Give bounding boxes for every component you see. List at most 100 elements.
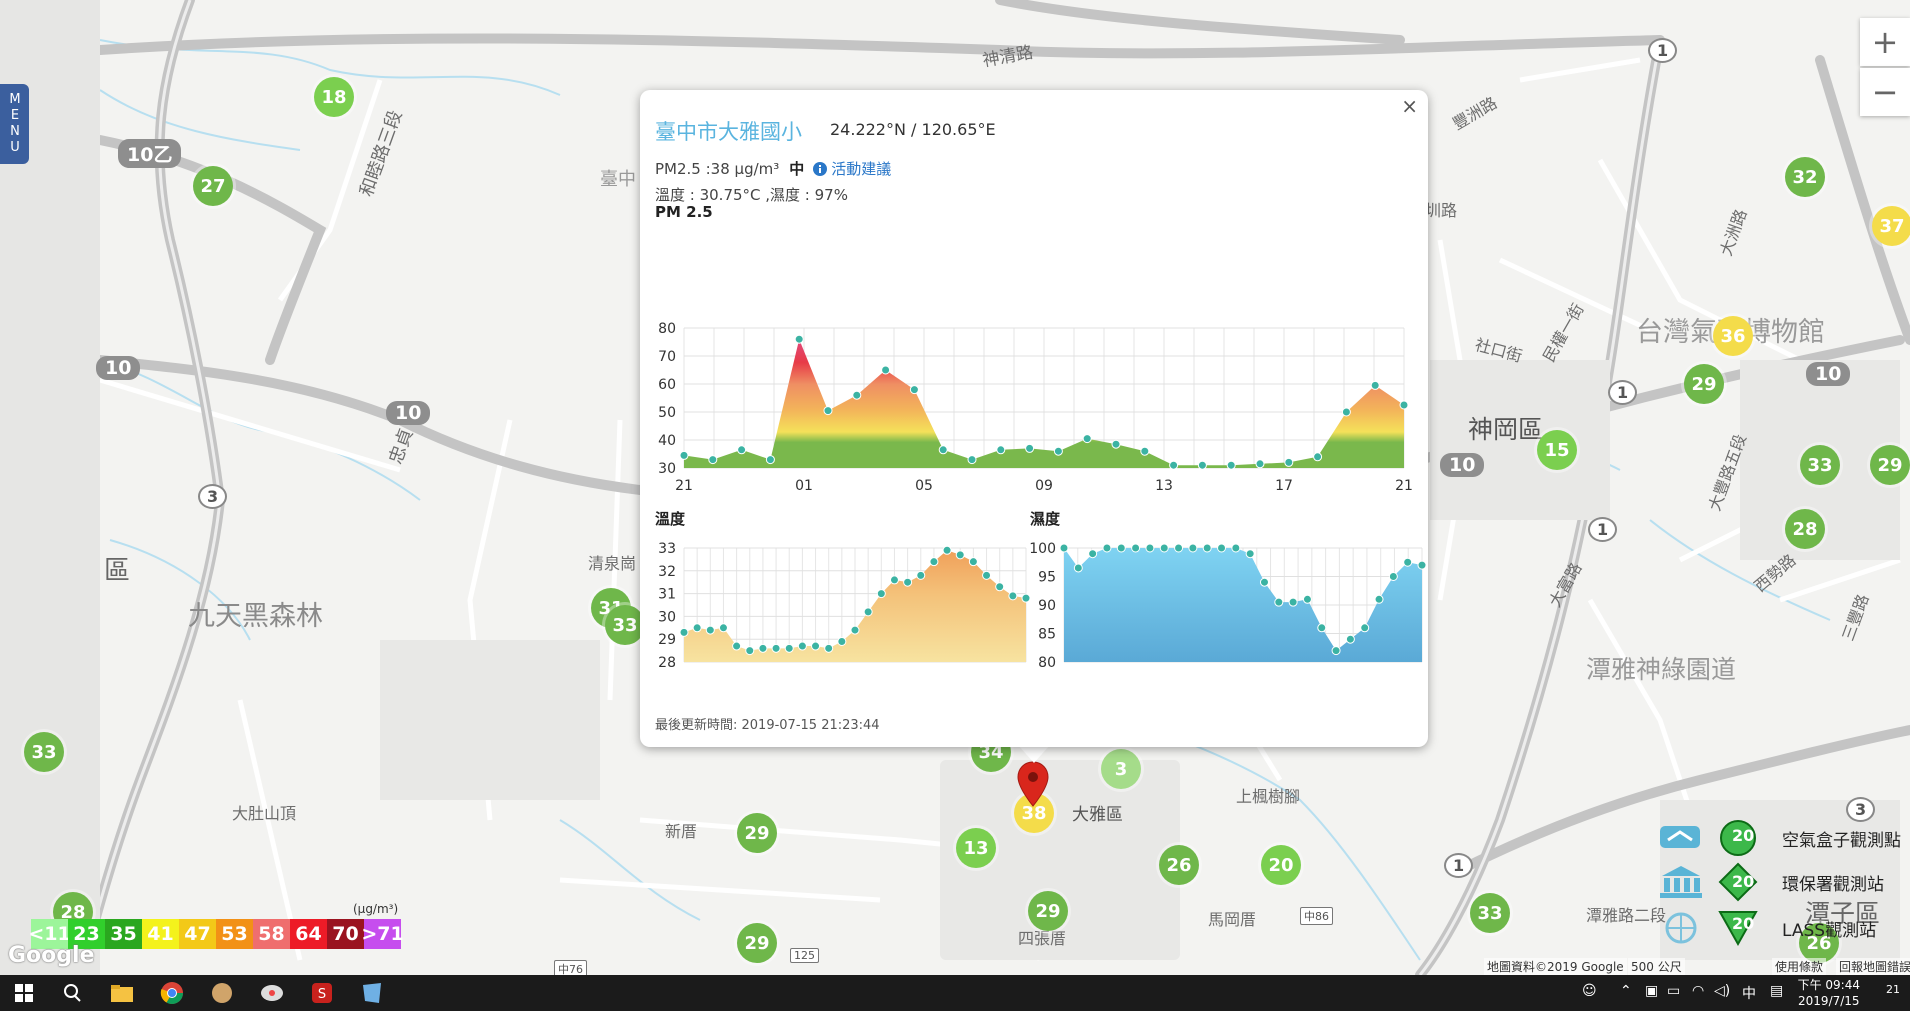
station-marker[interactable]: 32: [1785, 157, 1825, 197]
y-tick-label: 90: [1038, 598, 1056, 614]
tray-icon[interactable]: ▣: [1645, 983, 1658, 999]
data-point: [1102, 543, 1112, 553]
data-point: [995, 582, 1005, 592]
x-tick-label: 13: [1155, 478, 1173, 494]
data-point: [811, 641, 821, 651]
data-point: [1111, 439, 1121, 449]
search-icon[interactable]: [58, 979, 86, 1007]
station-marker[interactable]: 36: [1713, 316, 1753, 356]
y-tick-label: 29: [658, 632, 676, 648]
data-point: [1145, 543, 1155, 553]
data-point: [1345, 634, 1355, 644]
station-marker[interactable]: 33: [24, 732, 64, 772]
terms-link[interactable]: 使用條款: [1772, 958, 1827, 975]
app-icon[interactable]: [358, 979, 386, 1007]
map-label: 新厝: [665, 822, 698, 841]
zoom-out-button[interactable]: −: [1860, 68, 1910, 116]
station-marker[interactable]: 20: [1261, 845, 1301, 885]
people-icon[interactable]: ☺: [1582, 983, 1597, 999]
data-point: [1388, 572, 1398, 581]
activity-advice-link[interactable]: 活動建議: [831, 158, 891, 179]
app-icon[interactable]: [208, 979, 236, 1007]
notification-icon[interactable]: 21: [1886, 983, 1900, 996]
volume-icon[interactable]: ◁): [1714, 983, 1730, 999]
data-point: [996, 445, 1006, 455]
data-point: [1008, 591, 1018, 601]
data-point: [881, 365, 891, 375]
station-marker[interactable]: 18: [314, 77, 354, 117]
data-point: [982, 570, 992, 580]
station-marker[interactable]: 29: [1684, 364, 1724, 404]
app-icon[interactable]: S: [308, 979, 336, 1007]
pm-value: PM2.5 :38 μg/m³: [655, 159, 780, 178]
station-marker[interactable]: 33: [605, 605, 645, 645]
report-error-link[interactable]: 回報地圖錯誤: [1836, 958, 1910, 975]
data-point: [765, 455, 775, 465]
map-label: 圳路: [1425, 201, 1458, 220]
station-marker[interactable]: 15: [1537, 430, 1577, 470]
data-point: [850, 625, 860, 635]
location-pin-icon[interactable]: [1016, 760, 1050, 808]
info-icon[interactable]: [812, 161, 828, 177]
data-point: [797, 641, 807, 651]
map-label: 神岡區: [1468, 415, 1544, 444]
data-point: [737, 445, 747, 455]
map-label: 潭雅路二段: [1586, 906, 1667, 925]
data-point: [876, 589, 886, 599]
clock[interactable]: 下午 09:44 2019/7/15: [1798, 977, 1860, 1009]
map-scale: 500 公尺: [1628, 958, 1685, 975]
pm-level: 中: [789, 160, 805, 178]
station-marker[interactable]: 33: [1800, 445, 1840, 485]
data-point: [852, 390, 862, 400]
data-point: [1370, 380, 1380, 390]
windows-start-icon[interactable]: [10, 979, 38, 1007]
app-icon[interactable]: [258, 979, 286, 1007]
data-point: [1059, 543, 1069, 553]
taskbar: S ☺ ⌃ ▣ ▭ ◠ ◁) 中 ▤ 下午 09:44 2019/7/15 21: [0, 975, 1910, 1011]
station-marker[interactable]: 37: [1872, 206, 1910, 246]
legend-badge-value: 20: [1732, 826, 1755, 845]
station-marker[interactable]: 33: [1470, 893, 1510, 933]
file-explorer-icon[interactable]: [108, 979, 136, 1007]
tray-icon[interactable]: ▤: [1770, 983, 1783, 999]
zoom-in-button[interactable]: +: [1860, 18, 1910, 66]
legend-lass: LASS觀測站: [1658, 908, 1876, 948]
menu-button[interactable]: MENU: [0, 84, 29, 164]
station-marker[interactable]: 13: [956, 828, 996, 868]
legend-scale-cell: 64: [290, 919, 327, 949]
notification-count: 21: [1886, 983, 1900, 996]
data-point: [692, 623, 702, 633]
station-marker[interactable]: 3: [1101, 749, 1141, 789]
data-point: [967, 455, 977, 465]
data-point: [1360, 623, 1370, 633]
station-marker[interactable]: 29: [1870, 445, 1910, 485]
highway-shield: 中86: [1300, 907, 1333, 925]
wifi-icon[interactable]: ◠: [1692, 983, 1704, 999]
y-tick-label: 50: [658, 405, 676, 421]
station-marker[interactable]: 29: [737, 923, 777, 963]
data-point: [1374, 594, 1384, 604]
data-point: [1188, 543, 1198, 553]
highway-shield: 3: [198, 484, 228, 509]
map-label: 大肚山頂: [232, 804, 297, 823]
pm-reading: PM2.5 :38 μg/m³ 中 活動建議: [655, 158, 891, 179]
tray-icon[interactable]: ▭: [1667, 983, 1680, 999]
station-marker[interactable]: 27: [193, 166, 233, 206]
chrome-icon[interactable]: [158, 979, 186, 1007]
close-icon[interactable]: ×: [1401, 94, 1418, 118]
chevron-up-icon[interactable]: ⌃: [1620, 983, 1632, 999]
x-tick-label: 05: [915, 478, 933, 494]
data-point: [1202, 543, 1212, 553]
station-marker[interactable]: 28: [1785, 509, 1825, 549]
map-label: 大雅區: [1072, 805, 1123, 825]
data-point: [718, 623, 728, 633]
station-title[interactable]: 臺中市大雅國小: [655, 116, 802, 146]
ime-indicator[interactable]: 中: [1742, 983, 1756, 1003]
station-marker[interactable]: 29: [737, 813, 777, 853]
map-label: 上楓樹腳: [1236, 787, 1301, 806]
last-updated: 最後更新時間: 2019-07-15 21:23:44: [655, 718, 880, 733]
data-point: [1259, 577, 1269, 587]
station-marker[interactable]: 29: [1028, 891, 1068, 931]
data-point: [824, 643, 834, 653]
station-marker[interactable]: 26: [1159, 845, 1199, 885]
